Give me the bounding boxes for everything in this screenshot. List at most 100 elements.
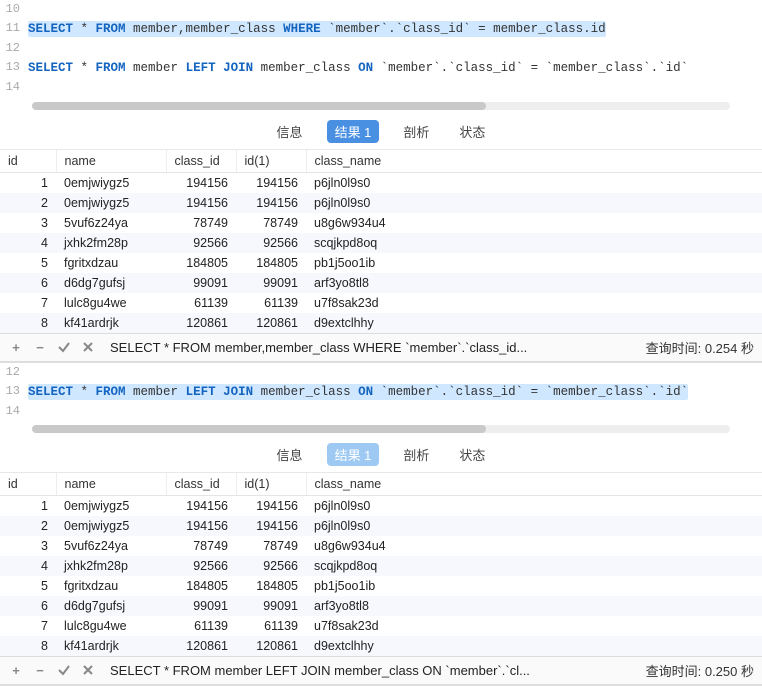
cell[interactable]: 4 <box>0 233 56 253</box>
cell[interactable]: 0emjwiygz5 <box>56 172 166 193</box>
cell[interactable]: 0emjwiygz5 <box>56 495 166 516</box>
cell[interactable]: u8g6w934u4 <box>306 213 762 233</box>
column-header[interactable]: name <box>56 150 166 173</box>
cell[interactable]: 5vuf6z24ya <box>56 536 166 556</box>
table-row[interactable]: 4jxhk2fm28p9256692566scqjkpd8oq <box>0 556 762 576</box>
editor-line[interactable]: 12 <box>0 39 762 58</box>
tab-status[interactable]: 状态 <box>453 443 491 466</box>
editor-line[interactable]: 14 <box>0 78 762 97</box>
column-header[interactable]: class_name <box>306 473 762 496</box>
results-table-2[interactable]: idnameclass_idid(1)class_name10emjwiygz5… <box>0 473 762 656</box>
tab-info[interactable]: 信息 <box>271 120 309 143</box>
sql-editor-1[interactable]: 1011SELECT * FROM member,member_class WH… <box>0 0 762 98</box>
cell[interactable]: 194156 <box>166 495 236 516</box>
cell[interactable]: 184805 <box>166 253 236 273</box>
cell[interactable]: 92566 <box>236 556 306 576</box>
column-header[interactable]: name <box>56 473 166 496</box>
cell[interactable]: lulc8gu4we <box>56 616 166 636</box>
cell[interactable]: u7f8sak23d <box>306 293 762 313</box>
cell[interactable]: 120861 <box>236 313 306 333</box>
editor-line[interactable]: 14 <box>0 402 762 421</box>
column-header[interactable]: class_name <box>306 150 762 173</box>
cell[interactable]: 78749 <box>236 213 306 233</box>
cell[interactable]: 78749 <box>236 536 306 556</box>
cell[interactable]: p6jln0l9s0 <box>306 193 762 213</box>
cell[interactable]: d9extclhhy <box>306 313 762 333</box>
cancel-icon[interactable] <box>80 339 96 355</box>
cell[interactable]: 78749 <box>166 536 236 556</box>
tab-info[interactable]: 信息 <box>271 443 309 466</box>
sql-editor-2[interactable]: 1213SELECT * FROM member LEFT JOIN membe… <box>0 363 762 421</box>
editor-line[interactable]: 13SELECT * FROM member LEFT JOIN member_… <box>0 382 762 402</box>
table-row[interactable]: 4jxhk2fm28p9256692566scqjkpd8oq <box>0 233 762 253</box>
cell[interactable]: 6 <box>0 273 56 293</box>
cell[interactable]: 184805 <box>236 253 306 273</box>
cell[interactable]: 194156 <box>166 172 236 193</box>
cell[interactable]: 0emjwiygz5 <box>56 516 166 536</box>
cell[interactable]: 184805 <box>236 576 306 596</box>
column-header[interactable]: id(1) <box>236 150 306 173</box>
add-row-icon[interactable]: + <box>8 339 24 355</box>
cell[interactable]: 99091 <box>236 273 306 293</box>
cell[interactable]: 61139 <box>166 616 236 636</box>
cell[interactable]: 7 <box>0 616 56 636</box>
cell[interactable]: d9extclhhy <box>306 636 762 656</box>
cell[interactable]: 2 <box>0 193 56 213</box>
cell[interactable]: 61139 <box>236 293 306 313</box>
cell[interactable]: scqjkpd8oq <box>306 233 762 253</box>
table-row[interactable]: 20emjwiygz5194156194156p6jln0l9s0 <box>0 193 762 213</box>
cell[interactable]: scqjkpd8oq <box>306 556 762 576</box>
cell[interactable]: jxhk2fm28p <box>56 556 166 576</box>
editor-line[interactable]: 12 <box>0 363 762 382</box>
cell[interactable]: 99091 <box>166 596 236 616</box>
code-text[interactable]: SELECT * FROM member,member_class WHERE … <box>28 19 762 39</box>
table-row[interactable]: 6d6dg7gufsj9909199091arf3yo8tl8 <box>0 596 762 616</box>
table-row[interactable]: 5fgritxdzau184805184805pb1j5oo1ib <box>0 253 762 273</box>
cell[interactable]: 194156 <box>166 193 236 213</box>
table-row[interactable]: 8kf41ardrjk120861120861d9extclhhy <box>0 636 762 656</box>
cell[interactable]: d6dg7gufsj <box>56 596 166 616</box>
cell[interactable]: 2 <box>0 516 56 536</box>
apply-icon[interactable] <box>56 662 72 678</box>
cell[interactable]: 120861 <box>236 636 306 656</box>
cell[interactable]: 8 <box>0 313 56 333</box>
cell[interactable]: 61139 <box>236 616 306 636</box>
editor-line[interactable]: 10 <box>0 0 762 19</box>
remove-row-icon[interactable]: − <box>32 662 48 678</box>
cell[interactable]: 8 <box>0 636 56 656</box>
cell[interactable]: 5vuf6z24ya <box>56 213 166 233</box>
cell[interactable]: 61139 <box>166 293 236 313</box>
apply-icon[interactable] <box>56 339 72 355</box>
cell[interactable]: 99091 <box>236 596 306 616</box>
cell[interactable]: fgritxdzau <box>56 253 166 273</box>
cell[interactable]: p6jln0l9s0 <box>306 516 762 536</box>
cell[interactable]: arf3yo8tl8 <box>306 273 762 293</box>
cell[interactable]: lulc8gu4we <box>56 293 166 313</box>
cell[interactable]: 5 <box>0 253 56 273</box>
column-header[interactable]: id(1) <box>236 473 306 496</box>
cell[interactable]: pb1j5oo1ib <box>306 576 762 596</box>
table-row[interactable]: 5fgritxdzau184805184805pb1j5oo1ib <box>0 576 762 596</box>
cell[interactable]: 0emjwiygz5 <box>56 193 166 213</box>
results-table-1[interactable]: idnameclass_idid(1)class_name10emjwiygz5… <box>0 150 762 333</box>
cell[interactable]: 120861 <box>166 636 236 656</box>
table-row[interactable]: 7lulc8gu4we6113961139u7f8sak23d <box>0 616 762 636</box>
cell[interactable]: 92566 <box>236 233 306 253</box>
table-row[interactable]: 35vuf6z24ya7874978749u8g6w934u4 <box>0 213 762 233</box>
column-header[interactable]: id <box>0 473 56 496</box>
table-row[interactable]: 35vuf6z24ya7874978749u8g6w934u4 <box>0 536 762 556</box>
cell[interactable]: 3 <box>0 536 56 556</box>
add-row-icon[interactable]: + <box>8 662 24 678</box>
cell[interactable]: p6jln0l9s0 <box>306 495 762 516</box>
cell[interactable]: 99091 <box>166 273 236 293</box>
tab-status[interactable]: 状态 <box>453 120 491 143</box>
code-text[interactable]: SELECT * FROM member LEFT JOIN member_cl… <box>28 58 762 78</box>
code-text[interactable]: SELECT * FROM member LEFT JOIN member_cl… <box>28 382 762 402</box>
cell[interactable]: 7 <box>0 293 56 313</box>
tab-result1[interactable]: 结果 1 <box>327 443 380 466</box>
cell[interactable]: 1 <box>0 172 56 193</box>
table-row[interactable]: 8kf41ardrjk120861120861d9extclhhy <box>0 313 762 333</box>
column-header[interactable]: class_id <box>166 150 236 173</box>
cell[interactable]: 120861 <box>166 313 236 333</box>
cell[interactable]: p6jln0l9s0 <box>306 172 762 193</box>
